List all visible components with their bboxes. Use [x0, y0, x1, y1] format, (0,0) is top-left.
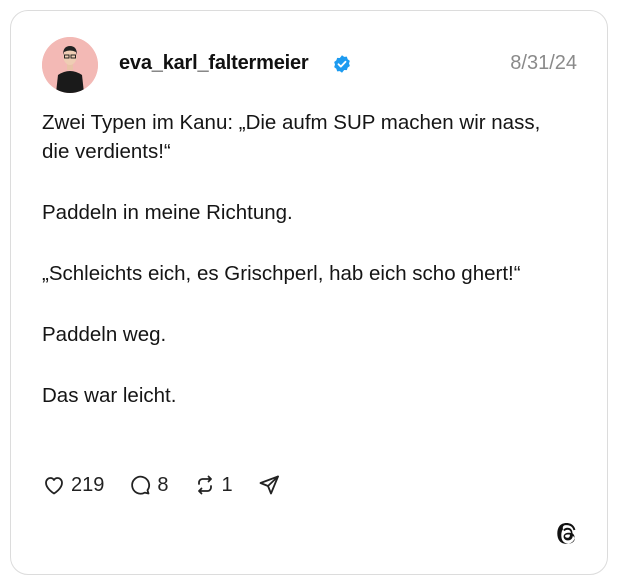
username[interactable]: eva_karl_faltermeier [119, 52, 309, 75]
avatar-image [42, 37, 98, 93]
threads-logo-icon[interactable] [555, 522, 579, 546]
avatar[interactable] [42, 37, 98, 93]
share-button[interactable] [257, 473, 281, 497]
send-icon [259, 475, 279, 495]
reply-button[interactable]: 8 [128, 473, 169, 497]
post-body: Zwei Typen im Kanu: „Die aufm SUP machen… [42, 108, 562, 442]
repost-button[interactable]: 1 [193, 473, 233, 497]
post-date: 8/31/24 [510, 52, 577, 74]
comment-icon [131, 475, 151, 495]
post-paragraph: Zwei Typen im Kanu: „Die aufm SUP machen… [42, 111, 541, 163]
like-count: 219 [71, 473, 105, 496]
reply-count: 8 [157, 473, 169, 496]
repost-icon [197, 475, 212, 495]
like-button[interactable]: 219 [42, 473, 104, 497]
post-actions: 219 8 1 [42, 471, 305, 499]
post-paragraph: Paddeln weg. [42, 323, 167, 346]
post-card: eva_karl_faltermeier 8/31/24 Zwei Typen … [10, 10, 608, 575]
post-header: eva_karl_faltermeier 8/31/24 [42, 37, 577, 93]
post-paragraph: Paddeln in meine Richtung. [42, 201, 293, 224]
verified-badge-icon [334, 55, 350, 73]
heart-icon [45, 477, 63, 495]
post-paragraph: Das war leicht. [42, 384, 177, 407]
repost-count: 1 [221, 473, 233, 496]
post-paragraph: „Schleichts eich, es Grischperl, hab eic… [42, 262, 521, 285]
